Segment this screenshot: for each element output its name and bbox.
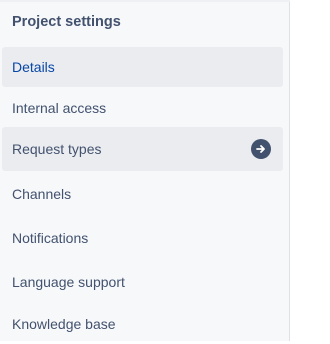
sidebar-item-channels[interactable]: Channels (2, 174, 283, 214)
sidebar-top-divider (0, 0, 290, 2)
sidebar-item-label: Details (12, 59, 55, 75)
section-title: Project settings (12, 14, 121, 30)
project-settings-sidebar: Project settings Details Internal access… (0, 0, 290, 341)
sidebar-item-label: Channels (12, 186, 72, 202)
sidebar-item-label: Knowledge base (12, 316, 116, 332)
sidebar-item-notifications[interactable]: Notifications (2, 218, 283, 258)
sidebar-item-language-support[interactable]: Language support (2, 262, 283, 302)
sidebar-item-label: Internal access (12, 100, 107, 116)
sidebar-item-label: Language support (12, 274, 125, 290)
main-content-area (291, 0, 330, 341)
arrow-right-circle-icon[interactable] (251, 139, 271, 159)
sidebar-item-label: Notifications (12, 230, 89, 246)
sidebar-item-details[interactable]: Details (2, 47, 283, 87)
sidebar-item-request-types[interactable]: Request types (2, 127, 283, 171)
sidebar-item-label: Request types (12, 141, 102, 157)
sidebar-item-knowledge-base[interactable]: Knowledge base (2, 304, 283, 344)
sidebar-item-internal-access[interactable]: Internal access (2, 88, 283, 128)
